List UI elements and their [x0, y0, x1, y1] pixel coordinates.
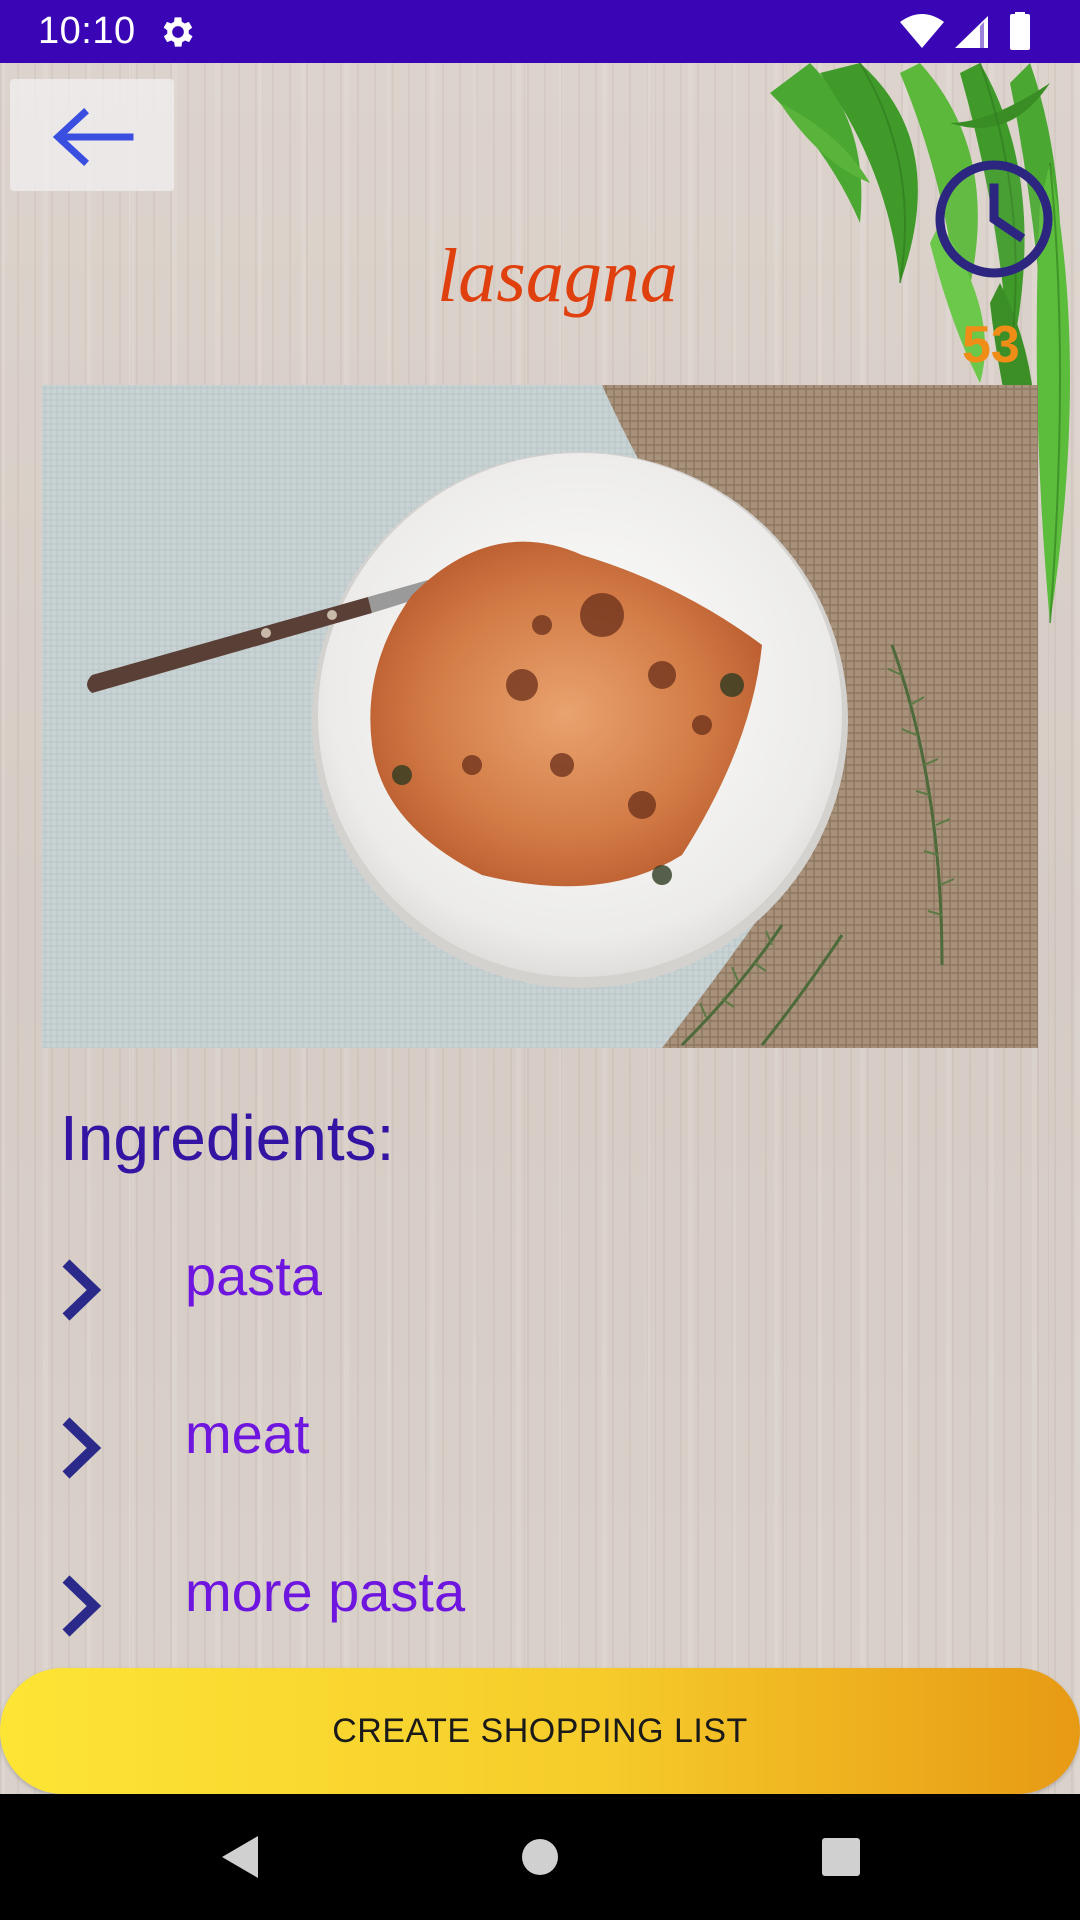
ingredient-label: pasta — [185, 1244, 322, 1307]
battery-icon — [1010, 14, 1030, 50]
back-button[interactable] — [10, 79, 174, 191]
gear-icon — [163, 17, 193, 47]
chevron-right-icon — [62, 1417, 102, 1479]
recipe-photo — [42, 385, 1038, 1048]
cook-time: 53 — [962, 316, 1020, 374]
nav-back-icon[interactable] — [218, 1832, 262, 1882]
ingredient-label: more pasta — [185, 1560, 466, 1623]
recipe-screen: lasagna 53 Ingredients: pasta meat more … — [0, 63, 1080, 1794]
nav-home-icon[interactable] — [520, 1832, 560, 1882]
chevron-right-icon — [62, 1259, 102, 1321]
create-shopping-list-button[interactable]: CREATE SHOPPING LIST — [0, 1668, 1080, 1794]
recipe-title: lasagna — [437, 234, 678, 318]
status-time: 10:10 — [38, 10, 136, 52]
ingredient-label: meat — [185, 1402, 310, 1465]
arrow-left-icon — [52, 108, 134, 166]
chevron-right-icon — [62, 1575, 102, 1637]
status-bar: 10:10 — [0, 0, 1080, 63]
status-icons — [900, 12, 1030, 50]
ingredient-item[interactable]: pasta — [0, 1243, 1080, 1383]
nav-recents-icon[interactable] — [818, 1832, 862, 1882]
wifi-icon — [900, 14, 944, 48]
clock-icon[interactable] — [933, 158, 1055, 280]
ingredients-heading: Ingredients: — [60, 1102, 395, 1174]
navigation-bar — [0, 1794, 1080, 1920]
ingredient-item[interactable]: meat — [0, 1401, 1080, 1541]
